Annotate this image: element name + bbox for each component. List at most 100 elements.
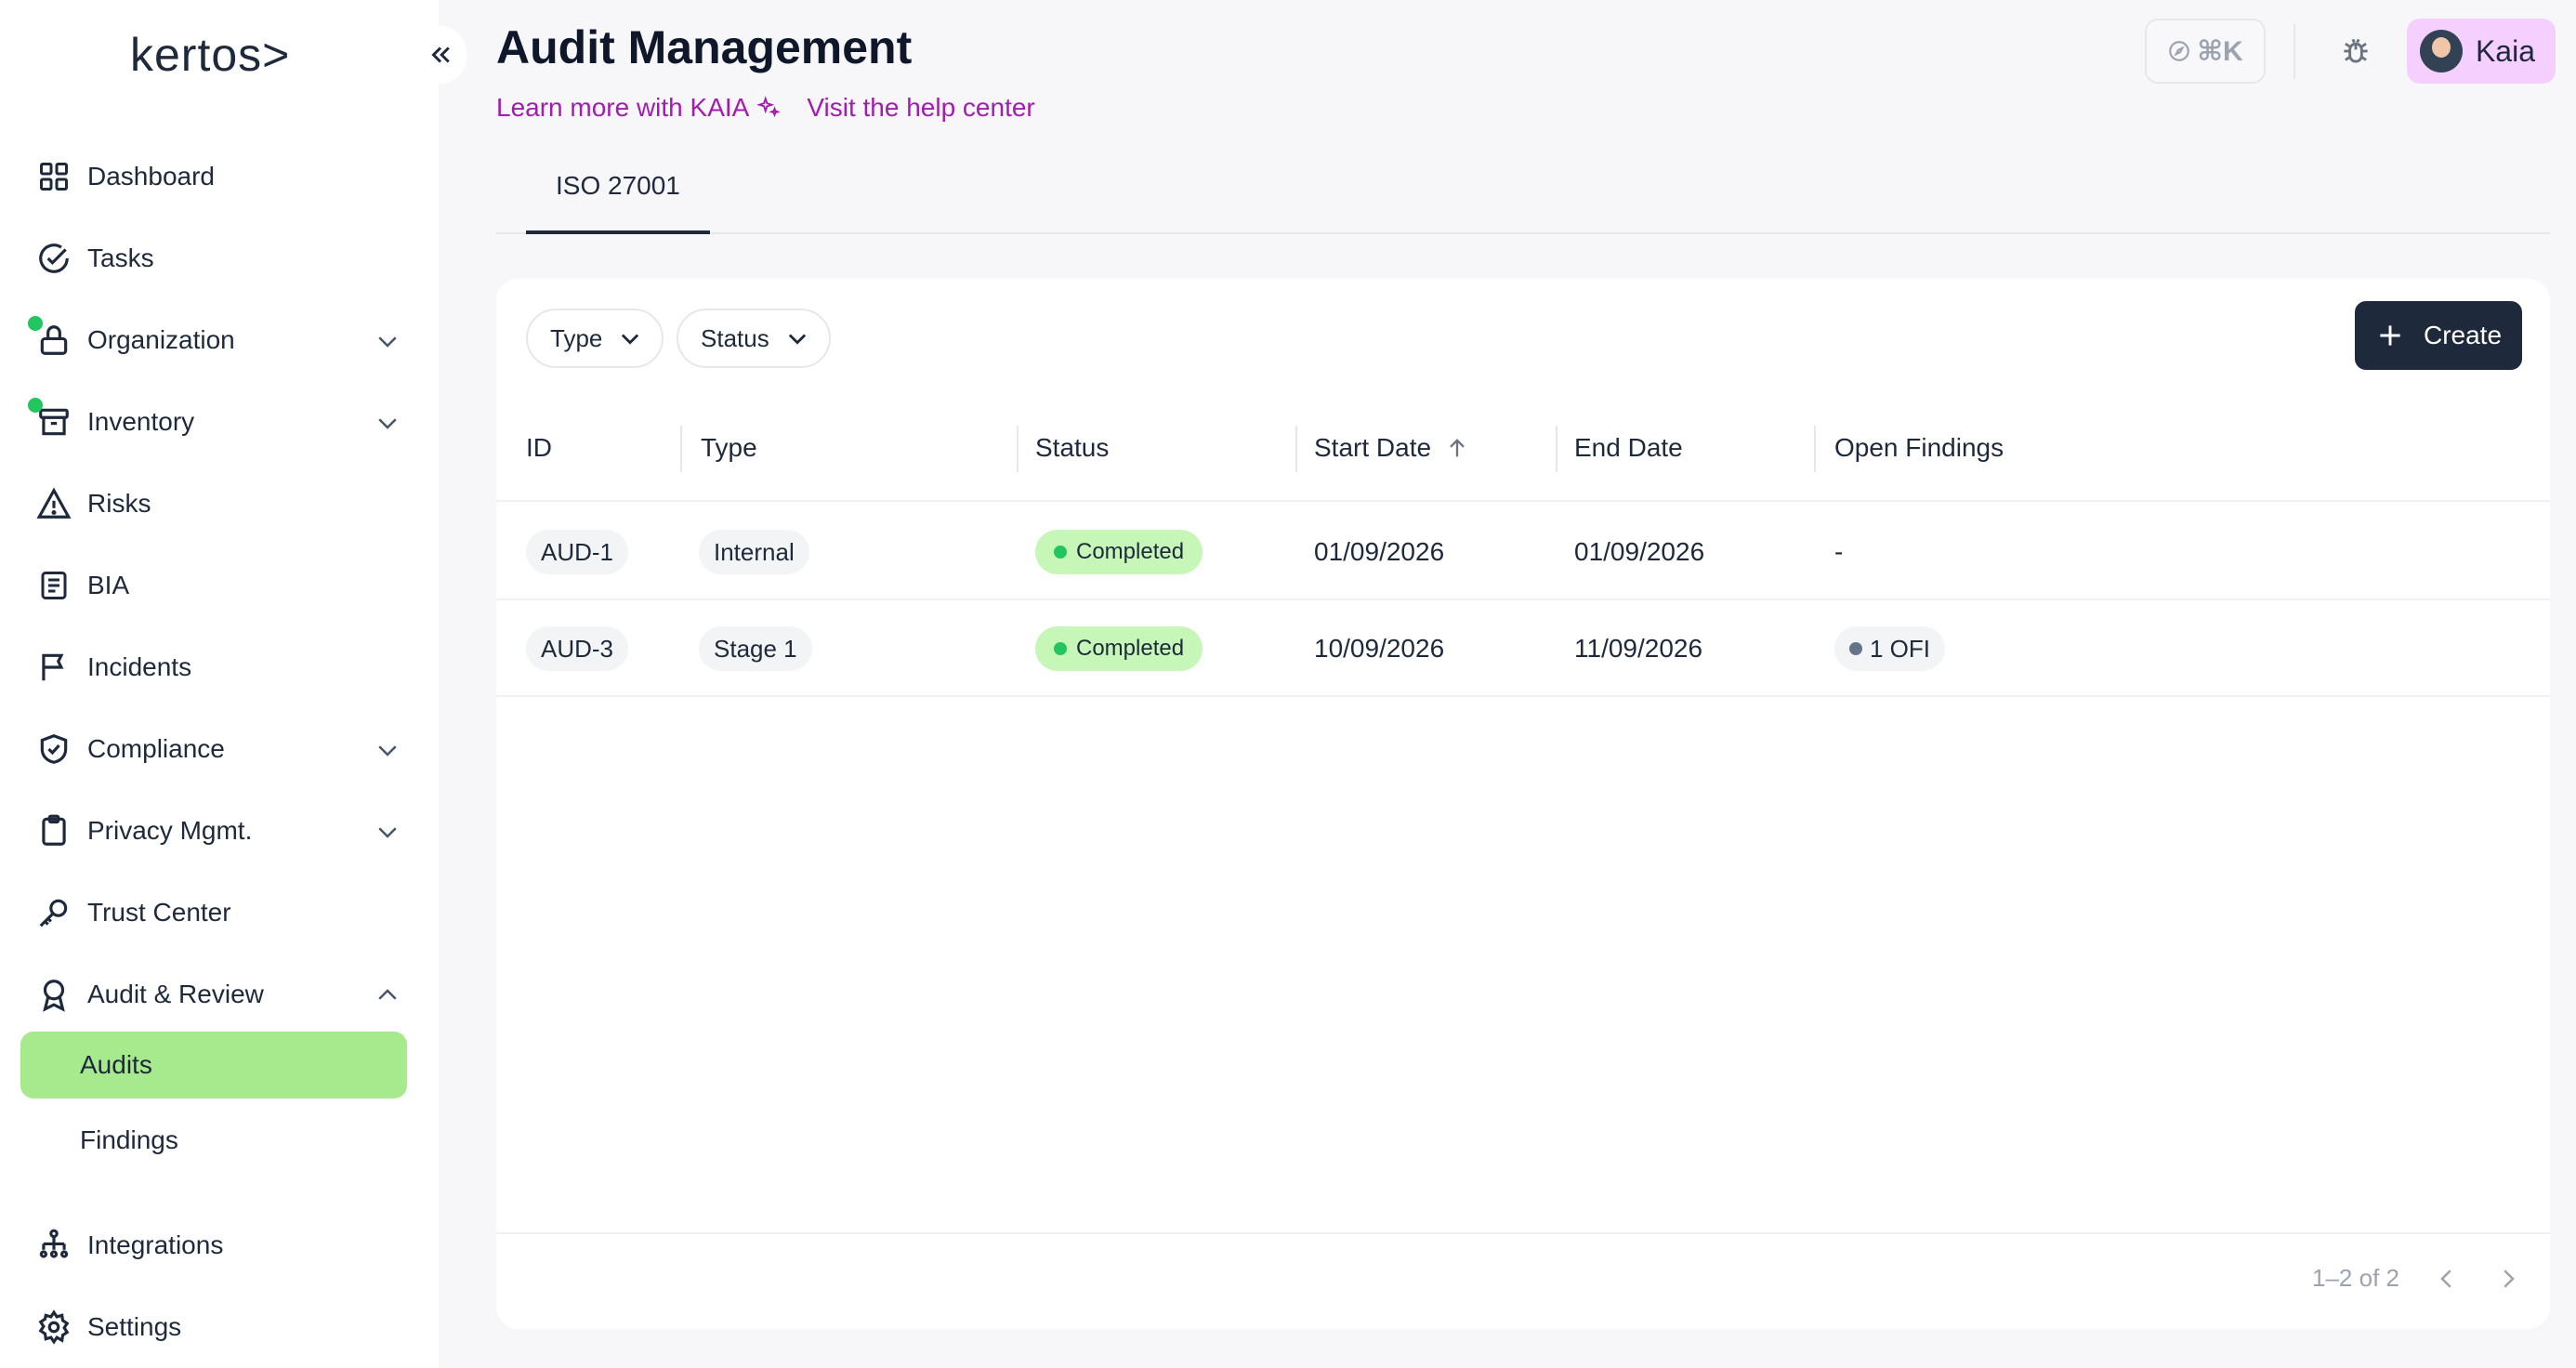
sidebar-item-settings[interactable]: Settings [20,1294,411,1361]
start-date-cell: 01/09/2026 [1314,537,1445,566]
type-filter[interactable]: Type [526,309,664,368]
chevron-down-icon [788,334,806,345]
pagination-range: 1–2 of 2 [2312,1264,2399,1292]
sidebar-item-label: Incidents [87,652,192,681]
avatar [2419,30,2463,72]
sidebar-item-audit-review[interactable]: Audit & Review [20,961,411,1028]
tab-bar: ISO 27001 [496,149,2550,234]
user-menu-button[interactable]: Kaia [2406,19,2556,84]
flag-icon [20,634,87,701]
open-findings-badge[interactable]: 1 OFI [1834,626,1946,671]
help-center-link[interactable]: Visit the help center [807,93,1034,123]
status-dot [1054,642,1067,655]
status-dot [1054,546,1067,559]
chevron-down-icon [622,334,639,345]
audits-card: Type Status Create ID Type Status Start … [496,279,2550,1329]
sidebar-item-compliance[interactable]: Compliance [20,716,411,783]
sidebar-item-risks[interactable]: Risks [20,470,411,537]
lock-icon [20,307,87,374]
column-header-id[interactable]: ID [526,418,552,478]
status-badge: Completed [1035,530,1203,574]
chevron-down-icon[interactable] [374,736,401,764]
sidebar-item-label: Inventory [87,407,195,436]
sidebar-item-label: Integrations [87,1230,224,1259]
column-separator [1814,426,1816,472]
learn-more-kaia-link[interactable]: Learn more with KAIA [496,93,781,123]
sidebar-item-organization[interactable]: Organization [20,307,411,374]
collapse-sidebar-button[interactable] [414,26,467,84]
create-button-label: Create [2423,321,2503,349]
command-search-button[interactable]: ⌘K [2144,19,2266,84]
audit-id-chip: AUD-3 [526,626,629,671]
sidebar-item-label: Audit & Review [87,980,264,1008]
sidebar-item-label: Dashboard [87,162,215,191]
document-list-icon [20,552,87,619]
top-actions: ⌘K Kaia [2144,19,2556,84]
sidebar-item-label: Privacy Mgmt. [87,816,253,845]
clipboard-icon [20,797,87,864]
sidebar-subitem-findings[interactable]: Findings [20,1107,407,1174]
sidebar-item-label: Risks [87,489,151,518]
award-ribbon-icon [20,961,87,1028]
grid-icon [20,143,87,210]
check-circle-icon [20,225,87,292]
column-header-end-date[interactable]: End Date [1574,418,1683,478]
sidebar-item-label: Settings [87,1312,182,1341]
gear-icon [20,1294,87,1361]
column-separator [680,426,682,472]
column-header-status[interactable]: Status [1035,418,1109,478]
sidebar-subitem-audits[interactable]: Audits [20,1032,407,1098]
audit-type-chip: Stage 1 [699,626,812,671]
sidebar-item-inventory[interactable]: Inventory [20,388,411,455]
column-separator [1017,426,1019,472]
double-chevron-left-icon [431,46,450,63]
compass-icon [2169,41,2190,61]
audit-id-chip: AUD-1 [526,530,629,574]
findings-dot [1849,642,1862,655]
column-header-start-date[interactable]: Start Date [1314,418,1470,478]
status-filter[interactable]: Status [677,309,831,368]
chevron-right-icon[interactable] [2494,1265,2522,1293]
chevron-up-icon[interactable] [374,981,401,1009]
sidebar-item-privacy[interactable]: Privacy Mgmt. [20,797,411,864]
audit-type-chip: Internal [699,530,809,574]
status-filter-label: Status [701,323,769,352]
sidebar-item-incidents[interactable]: Incidents [20,634,411,701]
create-button[interactable]: Create [2355,301,2522,370]
shield-check-icon [20,716,87,783]
row-divider [496,695,2550,697]
sparkles-icon [756,96,781,118]
sidebar-item-bia[interactable]: BIA [20,552,411,619]
notification-dot [28,398,43,413]
chevron-down-icon[interactable] [374,409,401,437]
sidebar-item-integrations[interactable]: Integrations [20,1212,411,1279]
shortcut-label: ⌘K [2197,35,2243,67]
footer-divider [496,1232,2550,1234]
bug-icon [2344,38,2368,63]
sidebar-item-tasks[interactable]: Tasks [20,225,411,292]
notification-dot [28,316,43,331]
pagination: 1–2 of 2 [2312,1264,2522,1293]
kertos-logo[interactable]: kertos> [130,28,290,84]
warning-triangle-icon [20,470,87,537]
user-name: Kaia [2475,33,2535,68]
sidebar-item-label: BIA [87,571,130,599]
row-divider [496,500,2550,502]
column-separator [1556,426,1557,472]
start-date-cell: 10/09/2026 [1314,634,1445,663]
sidebar-item-trust-center[interactable]: Trust Center [20,879,411,946]
sidebar-item-label: Trust Center [87,898,231,927]
column-header-type[interactable]: Type [701,418,757,478]
tab-iso-27001[interactable]: ISO 27001 [526,171,710,234]
arrow-up-icon [1450,439,1465,457]
open-findings-cell: - [1834,537,1844,566]
report-bug-button[interactable] [2323,19,2388,84]
chevron-down-icon[interactable] [374,818,401,846]
chevron-down-icon[interactable] [374,327,401,355]
chevron-left-icon[interactable] [2433,1265,2461,1293]
archive-icon [20,388,87,455]
type-filter-label: Type [550,323,603,352]
sidebar-item-dashboard[interactable]: Dashboard [20,143,411,210]
column-separator [1295,426,1297,472]
column-header-open-findings[interactable]: Open Findings [1834,418,2004,478]
